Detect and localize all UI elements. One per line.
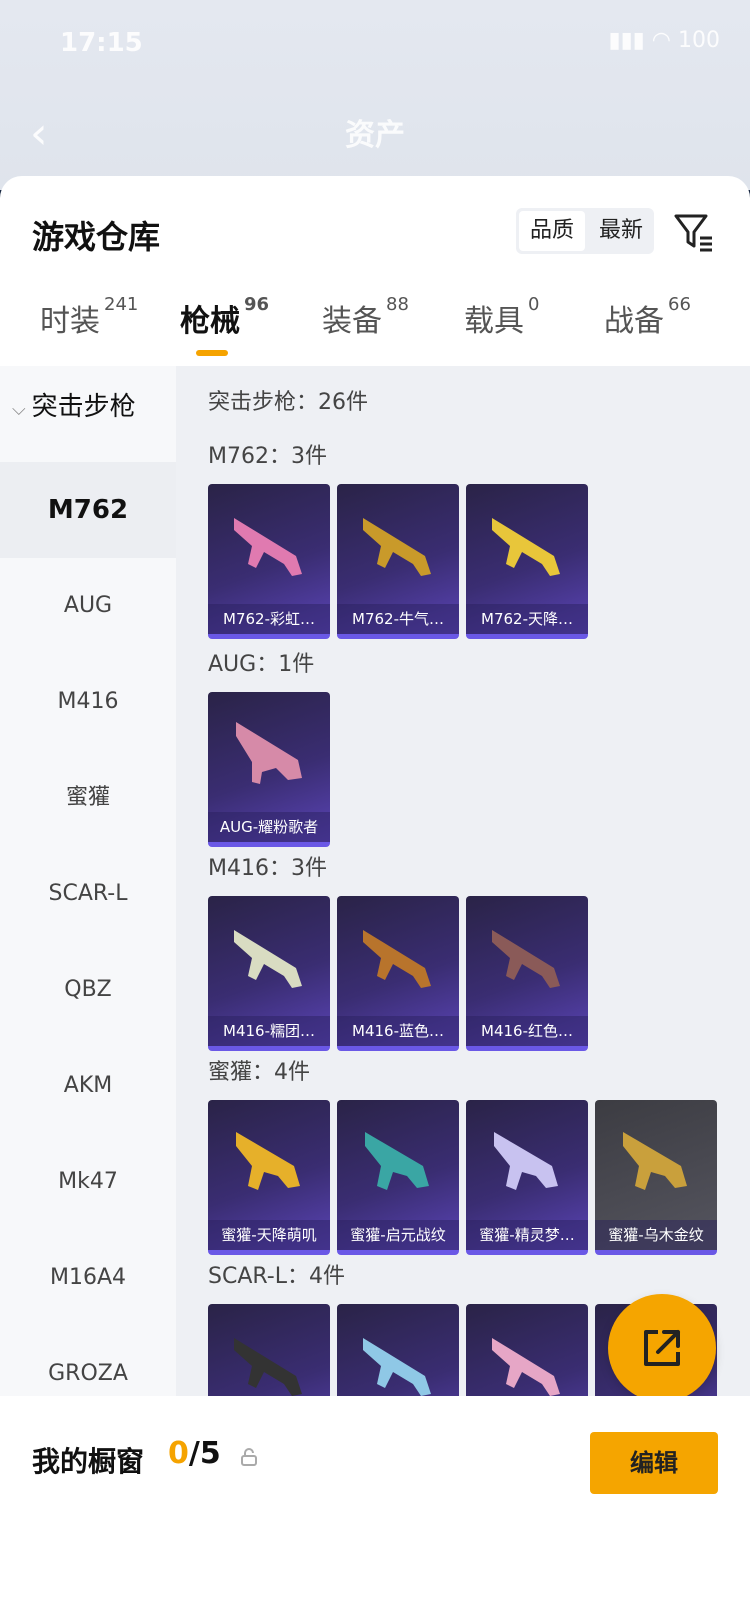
- sidebar-item-m762[interactable]: M762: [0, 462, 176, 558]
- sidebar-item-m416[interactable]: M416: [0, 654, 176, 750]
- weapon-card-label: 蜜獾-乌木金纹: [595, 1220, 717, 1250]
- share-button[interactable]: [608, 1294, 716, 1402]
- weapon-card-label: M762-牛气…: [337, 604, 459, 634]
- chevron-down-icon: ⌵: [12, 399, 26, 420]
- sidebar-item-m16a4[interactable]: M16A4: [0, 1230, 176, 1326]
- weapon-card[interactable]: M762-牛气…: [337, 484, 459, 639]
- sidebar-item-akm[interactable]: AKM: [0, 1038, 176, 1134]
- weapon-card[interactable]: M416-蓝色…: [337, 896, 459, 1051]
- weapon-card[interactable]: M416-糯团…: [208, 896, 330, 1051]
- weapon-card-label: AUG-耀粉歌者: [208, 812, 330, 842]
- weapon-card[interactable]: 蜜獾-天降萌叽: [208, 1100, 330, 1255]
- showcase-count: 0/5: [168, 1436, 221, 1471]
- weapon-card-label: M416-蓝色…: [337, 1016, 459, 1046]
- tab-firearms[interactable]: 枪械 96: [180, 294, 269, 340]
- sidebar-item-honey-badger[interactable]: 蜜獾: [0, 750, 176, 846]
- weapon-sidebar: ⌵ 突击步枪 M762 AUG M416 蜜獾 SCAR-L QBZ AKM Mk…: [0, 366, 176, 1396]
- sheet-header: 游戏仓库 品质 最新: [0, 176, 750, 276]
- weapon-card-label: 蜜獾-精灵梦…: [466, 1220, 588, 1250]
- weapon-list: 突击步枪：26件 M762：3件 M762-彩虹… M762-牛气… M762-…: [176, 366, 750, 1459]
- sidebar-item-aug[interactable]: AUG: [0, 558, 176, 654]
- signal-icon: ▮▮▮: [608, 28, 645, 53]
- weapon-card-label: 蜜獾-启元战纹: [337, 1220, 459, 1250]
- weapon-card-label: M416-糯团…: [208, 1016, 330, 1046]
- category-tabs: 时装 241 枪械 96 装备 88 载具 0 战备 66: [0, 294, 750, 366]
- status-icons: ▮▮▮ ◠ 100: [608, 28, 720, 53]
- filter-icon[interactable]: [672, 210, 716, 254]
- category-summary: 突击步枪：26件: [208, 390, 368, 415]
- weapon-card-label: M762-彩虹…: [208, 604, 330, 634]
- tab-equipment[interactable]: 装备 88: [322, 294, 409, 340]
- sidebar-item-mk47[interactable]: Mk47: [0, 1134, 176, 1230]
- battery-icon: 100: [678, 28, 720, 53]
- showcase-bar: 我的橱窗 0/5 编辑: [0, 1396, 750, 1624]
- weapon-card[interactable]: 蜜獾-启元战纹: [337, 1100, 459, 1255]
- nav-title: 资产: [345, 118, 405, 153]
- sort-latest-button[interactable]: 最新: [588, 208, 654, 254]
- lock-icon: [241, 1448, 257, 1466]
- sidebar-item-scar-l[interactable]: SCAR-L: [0, 846, 176, 942]
- section-title-honey-badger: 蜜獾：4件: [208, 1060, 310, 1085]
- sidebar-item-qbz[interactable]: QBZ: [0, 942, 176, 1038]
- section-title-m416: M416：3件: [208, 856, 327, 881]
- weapon-card[interactable]: M416-红色…: [466, 896, 588, 1051]
- weapon-card-label: M762-天降…: [466, 604, 588, 634]
- section-title-m762: M762：3件: [208, 444, 327, 469]
- share-icon: [644, 1330, 680, 1366]
- showcase-title: 我的橱窗: [32, 1445, 145, 1478]
- tab-supplies[interactable]: 战备 66: [604, 294, 691, 340]
- section-title-scar-l: SCAR-L：4件: [208, 1264, 345, 1289]
- weapon-card[interactable]: AUG-耀粉歌者: [208, 692, 330, 847]
- section-title-aug: AUG：1件: [208, 652, 315, 677]
- tab-vehicles[interactable]: 载具 0: [464, 294, 539, 340]
- weapon-card[interactable]: M762-彩虹…: [208, 484, 330, 639]
- status-time: 17:15: [60, 28, 143, 58]
- active-tab-indicator: [196, 350, 228, 356]
- tab-fashion[interactable]: 时装 241: [40, 294, 138, 340]
- weapon-card[interactable]: 蜜獾-乌木金纹: [595, 1100, 717, 1255]
- weapon-card[interactable]: M762-天降…: [466, 484, 588, 639]
- top-overlay: 17:15 ▮▮▮ ◠ 100 ‹ 资产: [0, 0, 750, 190]
- weapon-card-label: M416-红色…: [466, 1016, 588, 1046]
- wifi-icon: ◠: [651, 28, 671, 53]
- sort-quality-button[interactable]: 品质: [519, 211, 585, 251]
- weapon-card[interactable]: 蜜獾-精灵梦…: [466, 1100, 588, 1255]
- sort-toggle: 品质 最新: [516, 208, 654, 254]
- edit-button[interactable]: 编辑: [590, 1432, 718, 1494]
- sheet-title: 游戏仓库: [32, 218, 161, 256]
- weapon-card-label: 蜜獾-天降萌叽: [208, 1220, 330, 1250]
- sidebar-group-header[interactable]: ⌵ 突击步枪: [12, 386, 136, 423]
